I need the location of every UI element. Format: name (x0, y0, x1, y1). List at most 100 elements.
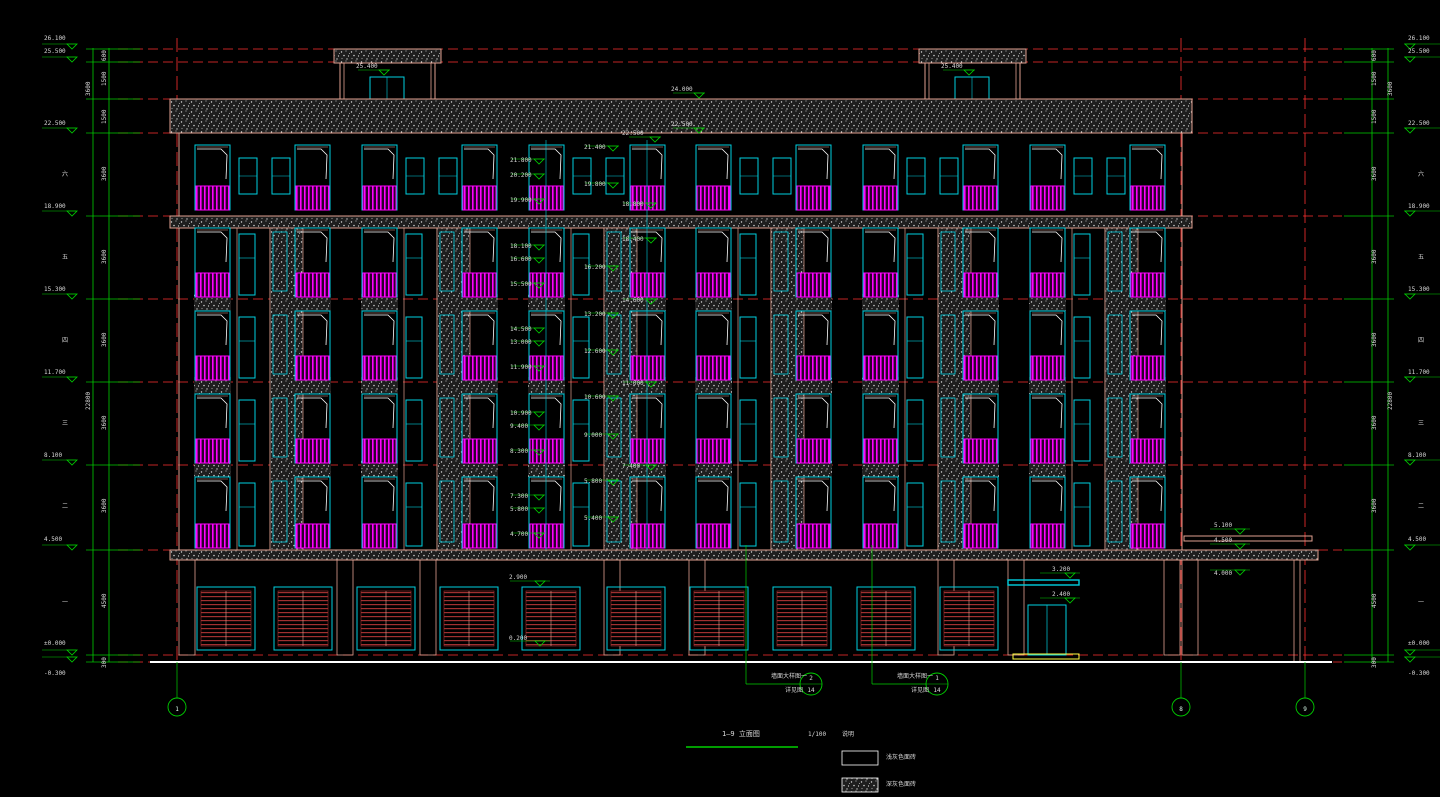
balcony-railing (295, 185, 330, 211)
elevation-marker (1404, 56, 1416, 63)
window-sash (698, 148, 729, 180)
callout-text: 墙面大样图一 (771, 672, 807, 680)
elevation-label: 18.900 (1408, 203, 1430, 210)
window-sash (865, 314, 896, 346)
elevation-marker (66, 649, 78, 656)
elevation-label: 26.100 (44, 35, 66, 42)
elevation-mark: 15.500 (510, 281, 532, 288)
dimension-label: 3600 (85, 81, 92, 96)
balcony-railing (362, 438, 397, 464)
elevation-marker (66, 544, 78, 551)
window-sash (865, 231, 896, 263)
title-block: 1—9 立面图 1/100 说明 浅灰色面砖 深灰色面砖 (722, 729, 916, 788)
balcony-railing (462, 438, 497, 464)
dimension-label: 3600 (101, 166, 108, 181)
pier-window (739, 482, 757, 547)
ground-column (419, 559, 437, 656)
balcony-railing (696, 355, 731, 381)
axis-label: 1 (175, 706, 179, 713)
dimension-label: 600 (1371, 50, 1378, 61)
balcony-railing (963, 272, 998, 298)
elevation-label: 22.500 (1408, 120, 1430, 127)
legend-label: 深灰色面砖 (886, 780, 916, 788)
window-sash (197, 148, 228, 180)
window-sash (364, 397, 395, 429)
elevation-marker (533, 158, 545, 165)
dimension-label: 4500 (1371, 593, 1378, 608)
elevation-mark: 2.400 (1052, 591, 1070, 598)
window-sash (364, 148, 395, 180)
dimension-label: 3600 (101, 332, 108, 347)
elevation-mark: 5.100 (1214, 522, 1232, 529)
balcony-railing (295, 523, 330, 549)
elevation-mark: 3.200 (1052, 566, 1070, 573)
callout-text: 墙面大样图一 (897, 672, 933, 680)
balcony-railing (863, 185, 898, 211)
balcony-railing (630, 355, 665, 381)
elevation-mark: 14.500 (510, 326, 532, 333)
elevation-marker (607, 182, 619, 189)
elevation-label: 8.100 (44, 452, 62, 459)
dimension-label: 3600 (1371, 166, 1378, 181)
pier-window (572, 399, 590, 462)
balcony-railing (630, 272, 665, 298)
balcony-railing (295, 355, 330, 381)
balcony-railing (195, 355, 230, 381)
elevation-mark: 22.500 (671, 121, 693, 128)
elevation-marker (533, 173, 545, 180)
elevation-mark: 10.900 (510, 410, 532, 417)
total-height-label: 22800 (85, 392, 92, 410)
balcony-railing (462, 185, 497, 211)
canopy-post (1293, 559, 1301, 663)
dimension-label: 1500 (101, 71, 108, 86)
axis-label: 9 (1303, 706, 1307, 713)
elevation-marker (1404, 210, 1416, 217)
detail-callouts: 墙面大样图一 详见图 2 14 墙面大样图一 详见图 1 14 (771, 672, 941, 694)
elevation-mark: 4.000 (1214, 570, 1232, 577)
elevation-label: 25.500 (44, 48, 66, 55)
floor-mark: 二 (62, 503, 68, 510)
facade-pier (737, 227, 772, 551)
elevation-label: 18.900 (44, 203, 66, 210)
elevation-marker (1404, 649, 1416, 656)
elevation-marker (1234, 569, 1246, 576)
elevation-marker (533, 257, 545, 264)
elevation-marker (533, 494, 545, 501)
balcony-railing (796, 185, 831, 211)
dimension-label: 3600 (101, 415, 108, 430)
elevation-mark: 2.900 (509, 574, 527, 581)
elevation-label: 4.500 (1408, 536, 1426, 543)
elevation-mark: 21.400 (584, 144, 606, 151)
facade-pier (236, 227, 271, 551)
elevation-mark: 16.600 (510, 256, 532, 263)
dimension-label: 1500 (101, 109, 108, 124)
facade-pier (904, 227, 939, 551)
window-sash (364, 314, 395, 346)
window-sash (364, 480, 395, 512)
axis-label: 8 (1179, 706, 1183, 713)
elevation-marker (66, 459, 78, 466)
elevation-marker (66, 376, 78, 383)
elevation-marker (66, 43, 78, 50)
ground-column (336, 559, 354, 656)
elevation-label: -0.300 (44, 670, 66, 677)
balcony-railing (295, 438, 330, 464)
balcony-railing (963, 185, 998, 211)
legend-heading: 说明 (842, 730, 854, 738)
balcony-railing (796, 438, 831, 464)
canopy (1183, 535, 1313, 542)
pier-window (906, 399, 924, 462)
floor-mark: 六 (62, 170, 68, 178)
balcony-railing (696, 185, 731, 211)
balcony-railing (462, 272, 497, 298)
pier-window (906, 233, 924, 296)
elevation-mark: 12.600 (584, 348, 606, 355)
pier-window (739, 399, 757, 462)
ground-column (1181, 559, 1199, 656)
pier-window (906, 482, 924, 547)
floor-mark: 五 (62, 254, 68, 261)
axis-bubbles: 1 8 9 (175, 706, 1307, 713)
facade-pier (570, 227, 605, 551)
window-sash (865, 397, 896, 429)
elevation-mark: 24.000 (671, 86, 693, 93)
